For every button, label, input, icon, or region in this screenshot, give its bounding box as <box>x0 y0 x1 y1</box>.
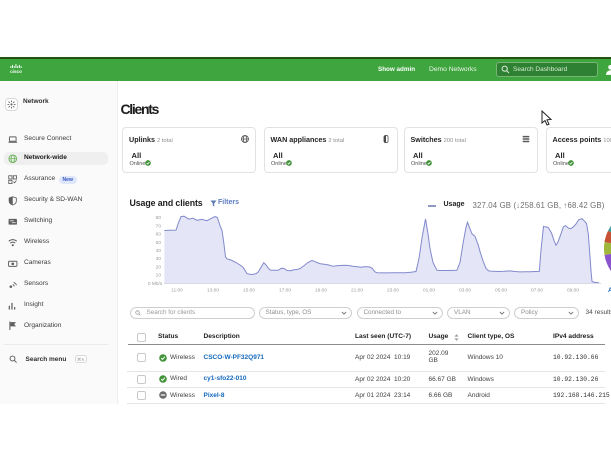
svg-text:13:00: 13:00 <box>207 288 219 294</box>
svg-text:10: 10 <box>156 273 162 279</box>
svg-text:03:00: 03:00 <box>459 288 471 294</box>
svg-text:11:00: 11:00 <box>171 288 183 294</box>
svg-text:80: 80 <box>156 215 162 221</box>
svg-text:30: 30 <box>156 256 162 262</box>
svg-text:01:00: 01:00 <box>423 288 435 294</box>
svg-text:23:00: 23:00 <box>387 288 399 294</box>
svg-text:0 Mb/s: 0 Mb/s <box>148 281 163 287</box>
svg-text:21:00: 21:00 <box>351 288 363 294</box>
svg-text:09:00: 09:00 <box>567 288 579 294</box>
svg-text:70: 70 <box>156 223 162 229</box>
svg-text:15:00: 15:00 <box>243 288 255 294</box>
svg-text:07:00: 07:00 <box>531 288 543 294</box>
svg-text:60: 60 <box>156 232 162 238</box>
svg-text:40: 40 <box>156 248 162 254</box>
svg-text:19:00: 19:00 <box>315 288 327 294</box>
svg-text:20: 20 <box>156 264 162 270</box>
svg-text:17:00: 17:00 <box>279 288 291 294</box>
svg-text:05:00: 05:00 <box>495 288 507 294</box>
svg-text:50: 50 <box>156 240 162 246</box>
